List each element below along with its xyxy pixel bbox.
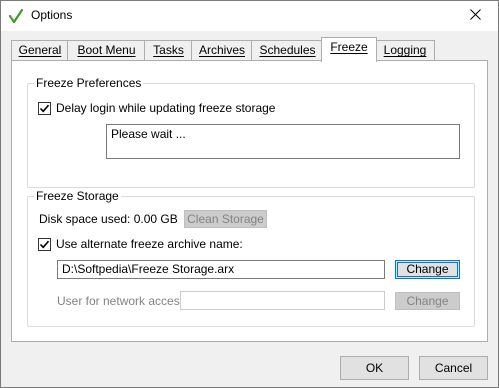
status-text-box: Please wait ... <box>106 124 460 159</box>
group-title: Freeze Preferences <box>34 76 144 90</box>
freeze-preferences-group: Freeze Preferences Delay login while upd… <box>27 76 475 188</box>
tab-archives[interactable]: Archives <box>191 40 253 61</box>
options-dialog: Options General Boot Menu Tasks Archives… <box>0 0 499 388</box>
button-label: OK <box>365 361 384 375</box>
network-user-input[interactable] <box>180 291 385 310</box>
tab-label: Logging <box>383 43 427 57</box>
window-title: Options <box>31 8 73 22</box>
freeze-tab-panel: Freeze Preferences Delay login while upd… <box>11 60 488 342</box>
change-archive-button[interactable]: Change <box>395 260 460 279</box>
delay-login-label[interactable]: Delay login while updating freeze storag… <box>56 101 275 115</box>
tab-tasks[interactable]: Tasks <box>144 40 193 61</box>
ok-button[interactable]: OK <box>340 356 409 380</box>
tab-strip: General Boot Menu Tasks Archives Schedul… <box>11 37 491 62</box>
change-network-user-button[interactable]: Change <box>395 292 460 310</box>
tab-general[interactable]: General <box>11 40 69 61</box>
tab-label: Boot Menu <box>77 43 136 57</box>
tab-logging[interactable]: Logging <box>375 40 435 61</box>
disk-space-label: Disk space used: 0.00 GB <box>39 212 178 226</box>
cancel-button[interactable]: Cancel <box>419 356 488 380</box>
delay-login-checkbox[interactable] <box>38 102 51 115</box>
archive-path-value: D:\Softpedia\Freeze Storage.arx <box>62 262 235 276</box>
button-label: Clean Storage <box>187 212 264 226</box>
alt-archive-label[interactable]: Use alternate freeze archive name: <box>56 237 243 251</box>
tab-label: Freeze <box>330 40 368 54</box>
tab-boot-menu[interactable]: Boot Menu <box>67 40 146 61</box>
title-bar: Options <box>1 1 498 31</box>
tab-label: Archives <box>198 43 245 57</box>
tab-label: Tasks <box>153 43 184 57</box>
tab-schedules[interactable]: Schedules <box>251 40 324 61</box>
close-icon <box>469 9 481 23</box>
button-label: Change <box>406 262 449 276</box>
tab-freeze[interactable]: Freeze <box>321 37 377 62</box>
group-title: Freeze Storage <box>34 189 121 203</box>
checkmark-icon <box>39 240 50 249</box>
alt-archive-checkbox[interactable] <box>38 238 51 251</box>
freeze-storage-group: Freeze Storage Disk space used: 0.00 GB … <box>27 189 475 327</box>
app-checkmark-icon <box>8 8 24 24</box>
tab-label: General <box>18 43 62 57</box>
checkmark-icon <box>39 104 50 113</box>
close-button[interactable] <box>452 1 498 31</box>
clean-storage-button[interactable]: Clean Storage <box>184 210 267 228</box>
tab-label: Schedules <box>259 43 316 57</box>
button-label: Change <box>406 294 449 308</box>
network-user-label: User for network access: <box>57 294 190 308</box>
status-text: Please wait ... <box>111 127 186 141</box>
button-label: Cancel <box>434 361 473 375</box>
archive-path-input[interactable]: D:\Softpedia\Freeze Storage.arx <box>57 260 385 279</box>
